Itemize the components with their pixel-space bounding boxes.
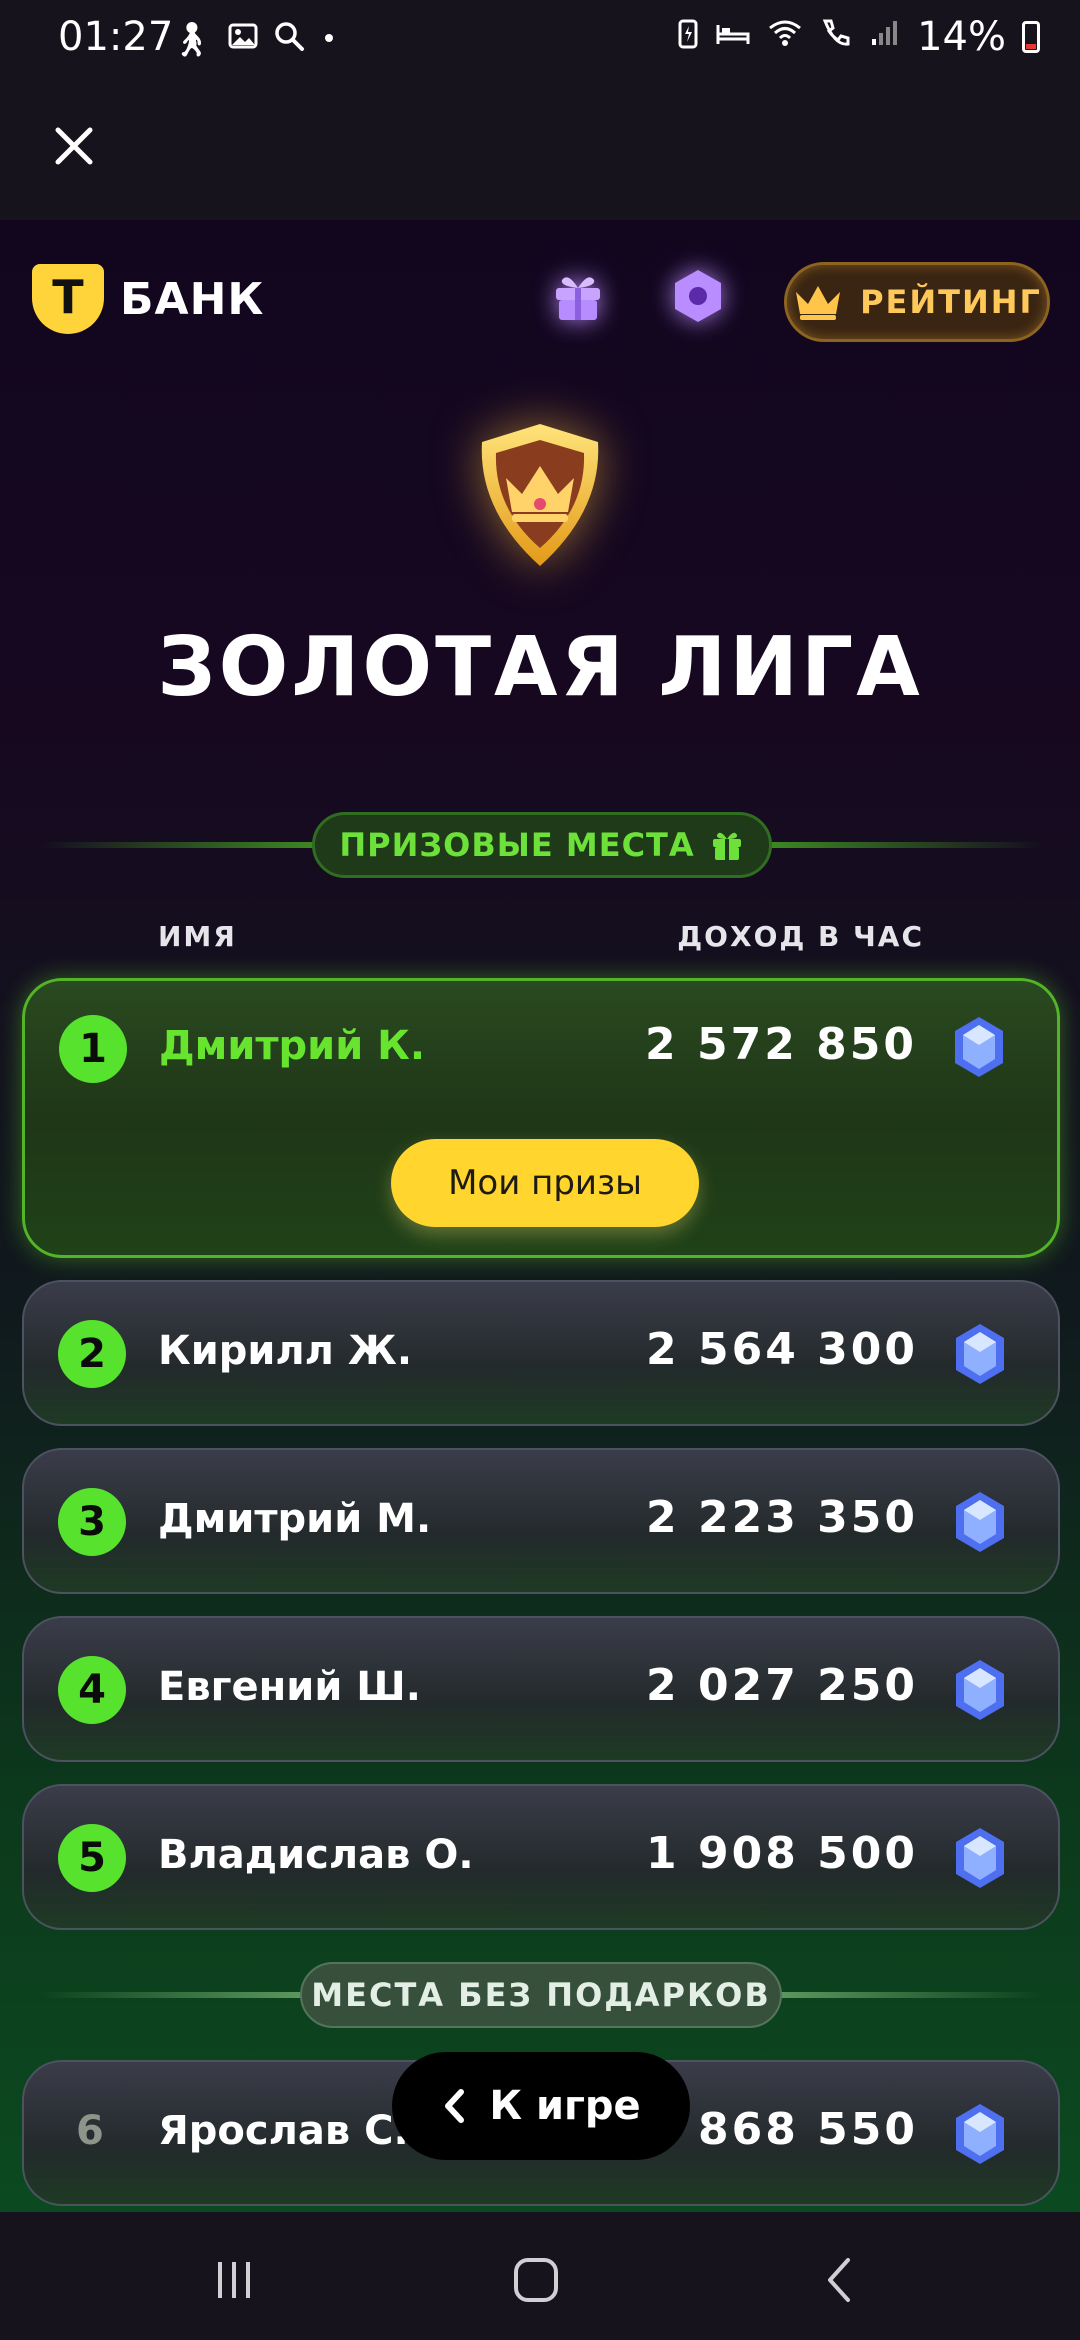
crown-shield-icon xyxy=(468,420,612,570)
leaderboard-row-2: 2 Кирилл Ж. 2 564 300 xyxy=(22,1280,1060,1426)
status-right-icons: 14% xyxy=(677,14,1040,60)
battery-percent: 14% xyxy=(917,14,1006,60)
gallery-icon xyxy=(227,20,259,61)
signal-icon xyxy=(869,17,901,58)
search-icon xyxy=(273,20,305,61)
close-icon xyxy=(55,127,93,165)
home-button[interactable] xyxy=(506,2250,566,2310)
hexagon-button[interactable] xyxy=(668,266,728,326)
rank-badge: 2 xyxy=(58,1320,126,1388)
leaderboard-row-4: 4 Евгений Ш. 2 027 250 xyxy=(22,1616,1060,1762)
leaderboard-row-3: 3 Дмитрий М. 2 223 350 xyxy=(22,1448,1060,1594)
crystal-icon xyxy=(956,1828,1004,1888)
recents-button[interactable] xyxy=(204,2250,264,2310)
status-bar: 01:27 🚶︎ 14% xyxy=(0,0,1080,80)
hexagon-icon xyxy=(675,270,721,322)
webview-top-bar xyxy=(0,80,1080,220)
status-time: 01:27 xyxy=(58,14,174,60)
back-icon xyxy=(828,2258,850,2302)
chevron-left-icon xyxy=(445,2089,465,2123)
no-prize-places-label: МЕСТА БЕЗ ПОДАРКОВ xyxy=(311,1976,771,2014)
battery-saver-icon xyxy=(677,17,699,58)
leaderboard-row-1: 1 Дмитрий К. 2 572 850 Мои призы xyxy=(22,978,1060,1258)
close-button[interactable] xyxy=(50,122,98,170)
crystal-icon xyxy=(956,1324,1004,1384)
walking-icon: 🚶︎ xyxy=(170,20,214,60)
player-income: 2 564 300 xyxy=(646,1324,918,1375)
prize-places-header: ПРИЗОВЫЕ МЕСТА xyxy=(0,812,1080,882)
player-name: Кирилл Ж. xyxy=(158,1328,413,1374)
rank-badge: 1 xyxy=(59,1015,127,1083)
crystal-icon xyxy=(956,2104,1004,2164)
divider xyxy=(754,842,1044,848)
player-name: Дмитрий М. xyxy=(158,1496,432,1542)
leaderboard-row-5: 5 Владислав О. 1 908 500 xyxy=(22,1784,1060,1930)
divider xyxy=(772,1992,1042,1998)
column-header-name: ИМЯ xyxy=(158,920,237,953)
wifi-icon xyxy=(767,17,803,58)
gift-icon xyxy=(712,832,741,860)
rank-number: 6 xyxy=(76,2108,104,2154)
gift-button[interactable] xyxy=(548,266,608,326)
prize-places-pill: ПРИЗОВЫЕ МЕСТА xyxy=(312,812,772,878)
rating-button[interactable]: РЕЙТИНГ xyxy=(784,262,1050,342)
no-prize-places-pill: МЕСТА БЕЗ ПОДАРКОВ xyxy=(300,1962,782,2028)
crystal-icon xyxy=(956,1492,1004,1552)
recents-icon xyxy=(218,2262,250,2298)
crown-icon xyxy=(796,286,841,320)
status-left-icons: 🚶︎ xyxy=(170,20,339,61)
home-icon xyxy=(514,2258,558,2302)
game-screen: Т БАНК РЕЙТИНГ ЗОЛОТАЯ ЛИГА ПРИЗОВЫЕ МЕС… xyxy=(0,220,1080,2220)
back-to-game-label: К игре xyxy=(489,2083,641,2129)
tbank-logo: Т БАНК xyxy=(32,264,264,334)
crystal-icon xyxy=(955,1017,1003,1077)
my-prizes-button[interactable]: Мои призы xyxy=(391,1139,699,1227)
gift-icon xyxy=(556,277,600,320)
battery-icon xyxy=(1022,21,1040,53)
rating-label: РЕЙТИНГ xyxy=(860,283,1042,321)
player-name: Дмитрий К. xyxy=(159,1023,426,1069)
dot-icon xyxy=(319,20,339,61)
prize-places-label: ПРИЗОВЫЕ МЕСТА xyxy=(339,826,695,864)
system-nav-bar xyxy=(0,2212,1080,2340)
player-name: Евгений Ш. xyxy=(158,1664,421,1710)
rank-badge: 3 xyxy=(58,1488,126,1556)
player-name: Ярослав С. xyxy=(158,2108,409,2154)
logo-shield: Т xyxy=(32,264,104,334)
player-income: 2 027 250 xyxy=(646,1660,918,1711)
crystal-icon xyxy=(956,1660,1004,1720)
back-button[interactable] xyxy=(810,2250,870,2310)
back-to-game-button[interactable]: К игре xyxy=(392,2052,690,2160)
player-income: 2 223 350 xyxy=(646,1492,918,1543)
divider xyxy=(40,842,330,848)
logo-text: БАНК xyxy=(120,273,265,325)
no-prize-places-header: МЕСТА БЕЗ ПОДАРКОВ xyxy=(0,1962,1080,2032)
player-income: 1 908 500 xyxy=(646,1828,918,1879)
league-title: ЗОЛОТАЯ ЛИГА xyxy=(157,620,923,715)
rank-badge: 4 xyxy=(58,1656,126,1724)
divider xyxy=(40,1992,310,1998)
column-header-income: ДОХОД В ЧАС xyxy=(677,920,924,953)
player-income: 2 572 850 xyxy=(645,1019,917,1070)
rank-badge: 5 xyxy=(58,1824,126,1892)
wifi-call-icon xyxy=(819,17,853,58)
player-name: Владислав О. xyxy=(158,1832,474,1878)
sleep-icon xyxy=(715,17,751,58)
